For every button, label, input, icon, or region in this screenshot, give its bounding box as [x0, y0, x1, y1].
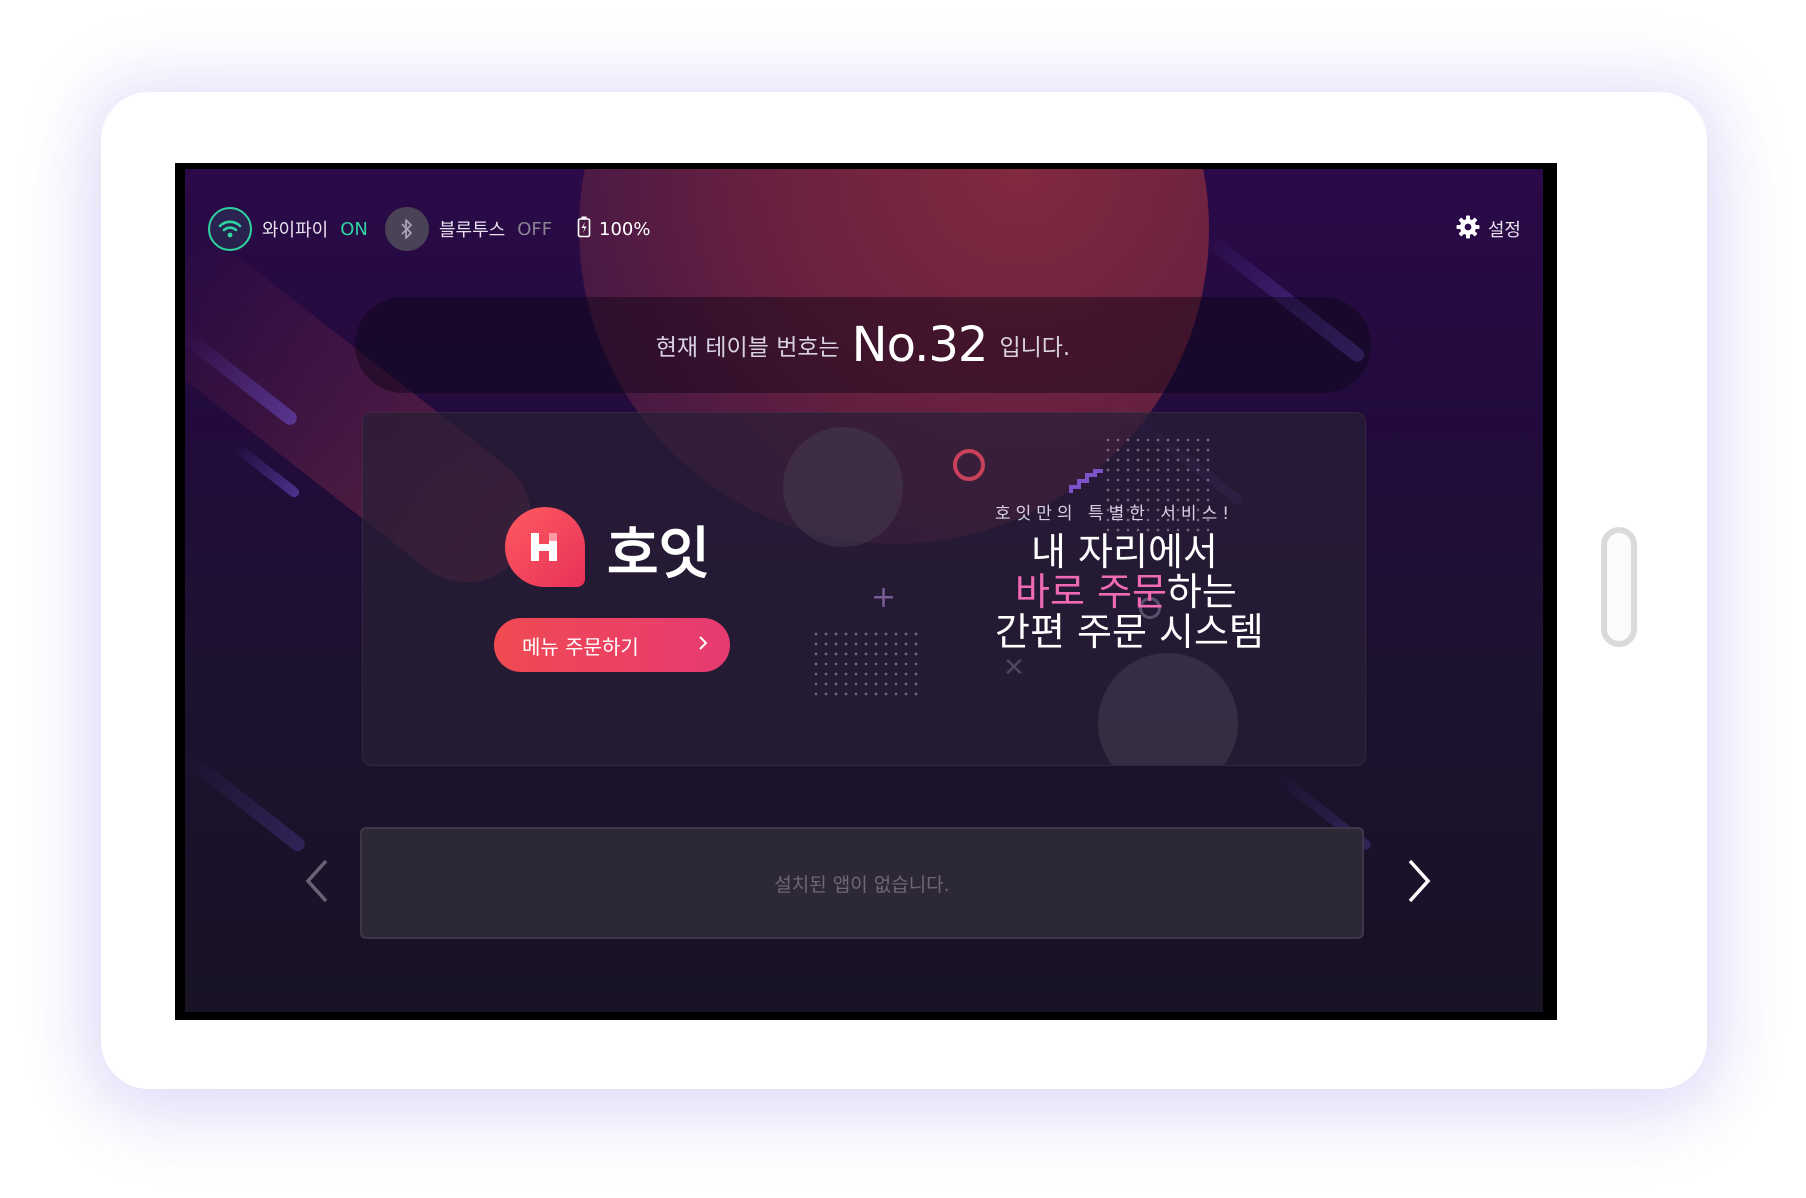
battery-level: 100%: [599, 218, 651, 240]
no-apps-message: 설치된 앱이 없습니다.: [774, 873, 950, 896]
table-number-banner: 현재 테이블 번호는 No.32 입니다.: [355, 297, 1371, 393]
home-button[interactable]: [1601, 527, 1637, 647]
brand-name: 호잇: [607, 522, 711, 587]
wifi-label: 와이파이: [262, 220, 329, 241]
cross-decoration: ✕: [1003, 653, 1025, 683]
wifi-icon: [208, 207, 252, 251]
ring-decoration: [953, 449, 985, 481]
background-streak: [185, 330, 300, 428]
settings-label: 설정: [1487, 220, 1521, 241]
apps-prev-button[interactable]: [297, 855, 337, 911]
chevron-left-icon: [304, 858, 330, 908]
wifi-status[interactable]: 와이파이 ON: [208, 207, 368, 251]
bluetooth-icon: [385, 207, 429, 251]
screen-bezel: 와이파이 ON 블루투스 OFF 100% 설정 현재 테이블 번호는 No.3…: [175, 163, 1557, 1020]
menu-order-label: 메뉴 주문하기: [522, 634, 639, 659]
bluetooth-label: 블루투스: [439, 220, 506, 241]
background-streak: [185, 750, 308, 854]
gear-icon: [1456, 215, 1480, 243]
promo-banner[interactable]: + ✕ 호잇 메뉴 주문하기 호잇만의 특별한 서비스! 내 자리에서 바로 주…: [362, 412, 1366, 766]
tablet-frame: 와이파이 ON 블루투스 OFF 100% 설정 현재 테이블 번호는 No.3…: [101, 92, 1707, 1089]
chevron-right-icon: [698, 635, 708, 655]
menu-order-button[interactable]: 메뉴 주문하기: [494, 618, 730, 672]
hoit-logo-icon: [505, 507, 585, 587]
chevron-right-icon: [1406, 858, 1432, 908]
installed-apps-panel: 설치된 앱이 없습니다.: [360, 827, 1364, 939]
table-number: No.32: [851, 317, 989, 373]
settings-button[interactable]: 설정: [1456, 207, 1521, 251]
circle-decoration: [783, 427, 903, 547]
wifi-state: ON: [340, 218, 368, 240]
bluetooth-status[interactable]: 블루투스 OFF: [385, 207, 552, 251]
kiosk-screen: 와이파이 ON 블루투스 OFF 100% 설정 현재 테이블 번호는 No.3…: [185, 169, 1543, 1012]
table-number-prefix: 현재 테이블 번호는: [655, 335, 840, 361]
plus-decoration: +: [871, 580, 897, 615]
table-number-suffix: 입니다.: [999, 335, 1071, 361]
bluetooth-state: OFF: [517, 218, 553, 240]
dot-grid-decoration: [811, 629, 921, 699]
apps-next-button[interactable]: [1399, 855, 1439, 911]
background-streak: [231, 442, 302, 500]
zigzag-decoration: [1069, 469, 1105, 499]
battery-status: 100%: [577, 207, 650, 251]
circle-decoration: [1098, 653, 1238, 765]
battery-charging-icon: [577, 216, 591, 242]
promo-line-3: 간편 주문 시스템: [995, 610, 1264, 654]
